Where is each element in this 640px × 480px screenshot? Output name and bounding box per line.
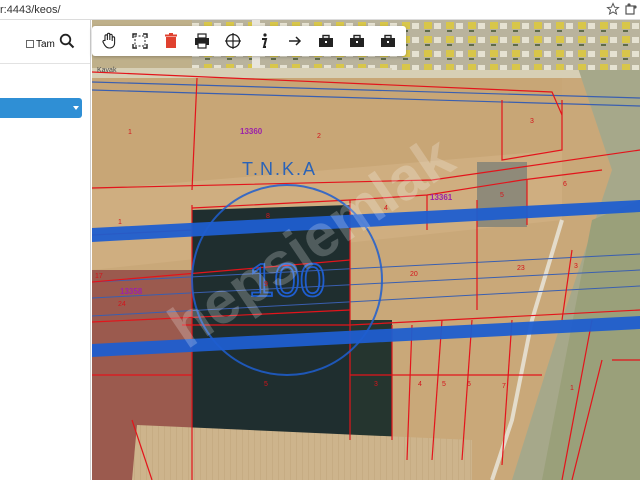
briefcase-icon[interactable] (347, 31, 367, 51)
lot-number: 1 (118, 219, 122, 226)
residential-right (392, 20, 640, 70)
lot-number: 7 (502, 383, 506, 390)
lot-number: 17 (95, 273, 103, 280)
briefcase-icon[interactable] (378, 31, 398, 51)
briefcase-icon[interactable] (316, 31, 336, 51)
search-icon[interactable] (59, 33, 75, 49)
lot-number: 2 (317, 133, 321, 140)
coordinate-crosshair-icon[interactable] (223, 31, 243, 51)
layer-dropdown[interactable] (0, 98, 82, 118)
arrow-right-icon[interactable] (285, 31, 305, 51)
lot-number: 3 (530, 118, 534, 125)
lot-number: 4 (418, 381, 422, 388)
lot-number: 20 (410, 271, 418, 278)
parcel-number: 13358 (120, 287, 143, 296)
panel-divider (0, 63, 90, 64)
pan-hand-icon[interactable] (99, 31, 119, 51)
area-name-label: Kavak (97, 67, 117, 74)
tnka-label: T.N.K.A (242, 159, 317, 179)
lot-number: 5 (442, 381, 446, 388)
tam-checkbox-group[interactable]: Tam (26, 37, 55, 51)
browser-address-bar[interactable]: r:4443/keos/ (0, 0, 640, 20)
tam-label: Tam (36, 38, 55, 50)
map-canvas[interactable]: 100 hepsiemlak T.N.K.A Kavak 13360 13361… (92, 20, 640, 480)
lot-number: 24 (118, 301, 126, 308)
parcel-number: 13361 (430, 193, 453, 202)
lot-number: 3 (574, 263, 578, 270)
chevron-down-icon[interactable] (73, 106, 79, 110)
lot-number: 1 (570, 385, 574, 392)
aerial-map[interactable]: 100 hepsiemlak T.N.K.A Kavak 13360 13361… (92, 20, 640, 480)
lot-number: 6 (467, 381, 471, 388)
lot-number: 4 (384, 205, 388, 212)
lot-number: 5 (500, 192, 504, 199)
lot-number: 5 (264, 381, 268, 388)
parcel-number: 13360 (240, 127, 263, 136)
print-icon[interactable] (192, 31, 212, 51)
star-icon[interactable] (606, 2, 620, 16)
lot-number: 9 (264, 281, 268, 288)
lot-number: 1 (128, 129, 132, 136)
extension-icon[interactable] (624, 2, 638, 16)
lot-number: 23 (517, 265, 525, 272)
zoom-extent-icon[interactable] (130, 31, 150, 51)
lot-number: 8 (266, 213, 270, 220)
lot-number: 6 (563, 181, 567, 188)
info-icon[interactable] (254, 31, 274, 51)
left-side-panel: Tam (0, 20, 91, 480)
delete-trash-icon[interactable] (161, 31, 181, 51)
url-text[interactable]: r:4443/keos/ (0, 4, 61, 16)
map-toolbar (92, 26, 406, 56)
lot-number: 3 (374, 381, 378, 388)
tam-checkbox[interactable] (26, 40, 34, 48)
